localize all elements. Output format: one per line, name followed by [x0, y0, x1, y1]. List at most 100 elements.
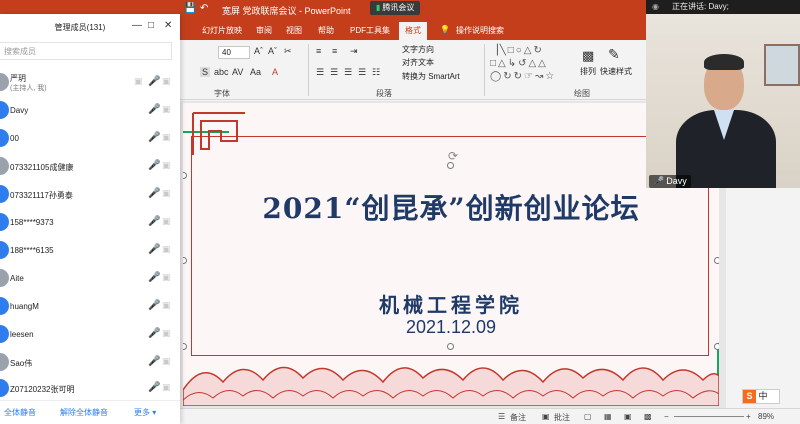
comments-icon[interactable]: ▣: [542, 412, 550, 421]
quick-styles-button[interactable]: 快速样式: [600, 66, 632, 77]
mic-muted-icon[interactable]: 🎤: [148, 160, 160, 171]
mic-muted-icon[interactable]: 🎤: [148, 216, 160, 227]
more-button[interactable]: 更多 ▾: [134, 407, 156, 418]
member-row[interactable]: 严玥 (主持人, 我) ▣ 🎤 ▣: [0, 70, 180, 97]
indent-icon[interactable]: ⇥: [350, 46, 358, 57]
comments-button[interactable]: 批注: [554, 412, 570, 423]
mic-muted-icon[interactable]: 🎤: [148, 244, 160, 255]
camera-off-icon[interactable]: ▣: [162, 382, 171, 393]
participant-video[interactable]: [646, 14, 800, 188]
tell-me-search[interactable]: 操作说明搜索: [456, 25, 504, 36]
sorter-view-icon[interactable]: ▦: [604, 412, 612, 421]
text-direction-button[interactable]: 文字方向: [402, 44, 434, 55]
mic-muted-icon[interactable]: 🎤: [148, 188, 160, 199]
bullets-icon[interactable]: ≡: [316, 46, 321, 56]
member-row[interactable]: 158****9373 🎤 ▣: [0, 210, 180, 237]
camera-off-icon[interactable]: ▣: [162, 300, 171, 311]
normal-view-icon[interactable]: ▢: [584, 412, 592, 421]
tab-slideshow[interactable]: 幻灯片放映: [202, 25, 242, 36]
strikethrough-button[interactable]: abc: [214, 67, 229, 77]
rotate-handle-icon[interactable]: ⟳: [448, 149, 458, 163]
shadow-button[interactable]: S: [200, 67, 211, 77]
change-case-button[interactable]: Aa: [250, 67, 261, 77]
resize-handle[interactable]: [183, 172, 187, 179]
mic-muted-icon[interactable]: 🎤: [148, 300, 160, 311]
slide[interactable]: ⟳ 2021“创昆承”创新创业论坛 机械工程学院 2021.12.09: [183, 103, 719, 406]
zoom-in-icon[interactable]: +: [746, 412, 751, 421]
columns-icon[interactable]: ☷: [372, 67, 380, 78]
resize-handle[interactable]: [714, 343, 719, 350]
member-row[interactable]: 188****6135 🎤 ▣: [0, 238, 180, 265]
member-row[interactable]: 073321105成健康 🎤 ▣: [0, 154, 180, 181]
justify-icon[interactable]: ☰: [358, 67, 366, 78]
arrange-button[interactable]: 排列: [580, 66, 596, 77]
member-row[interactable]: Aite 🎤 ▣: [0, 266, 180, 293]
camera-off-icon[interactable]: ▣: [162, 160, 171, 171]
zoom-slider[interactable]: [674, 416, 744, 417]
resize-handle[interactable]: [447, 162, 454, 169]
grow-font-icon[interactable]: Aˆ: [254, 46, 263, 56]
camera-off-icon[interactable]: ▣: [162, 132, 171, 143]
member-row[interactable]: leesen 🎤 ▣: [0, 322, 180, 349]
save-icon[interactable]: 💾: [184, 3, 196, 14]
mic-on-icon[interactable]: 🎤: [148, 104, 160, 115]
meeting-indicator[interactable]: ▮ 腾讯会议: [370, 1, 421, 15]
notes-button[interactable]: 备注: [510, 412, 526, 423]
mic-muted-icon[interactable]: 🎤: [148, 382, 160, 393]
notes-icon[interactable]: ☰: [498, 412, 505, 421]
align-right-icon[interactable]: ☰: [344, 67, 352, 78]
member-row[interactable]: 00 🎤 ▣: [0, 126, 180, 153]
camera-off-icon[interactable]: ▣: [162, 76, 171, 87]
camera-icon[interactable]: ▣: [162, 104, 171, 115]
mute-all-button[interactable]: 全体静音: [4, 407, 36, 418]
align-center-icon[interactable]: ☰: [330, 67, 338, 78]
screen-share-icon[interactable]: ▣: [134, 76, 143, 87]
arrange-icon[interactable]: ▩: [582, 48, 594, 64]
member-row[interactable]: Davy 🎤 ▣: [0, 98, 180, 125]
resize-handle[interactable]: [447, 343, 454, 350]
undo-icon[interactable]: ↶: [200, 3, 208, 14]
member-search-input[interactable]: 搜索成员: [0, 42, 172, 60]
ime-indicator[interactable]: S 中: [742, 389, 780, 404]
font-color-button[interactable]: A: [272, 67, 278, 77]
align-text-button[interactable]: 对齐文本: [402, 57, 434, 68]
mic-muted-icon[interactable]: 🎤: [148, 328, 160, 339]
mic-muted-icon[interactable]: 🎤: [148, 356, 160, 367]
member-row[interactable]: Sao伟 🎤 ▣: [0, 350, 180, 377]
close-icon[interactable]: ✕: [164, 20, 172, 31]
member-row[interactable]: huangM 🎤 ▣: [0, 294, 180, 321]
resize-handle[interactable]: [183, 257, 187, 264]
camera-off-icon[interactable]: ▣: [162, 328, 171, 339]
tab-view[interactable]: 视图: [286, 25, 302, 36]
font-size-select[interactable]: 40: [218, 46, 250, 59]
char-spacing-button[interactable]: AV: [232, 67, 243, 77]
member-row[interactable]: 073321117孙勇泰 🎤 ▣: [0, 182, 180, 209]
slideshow-view-icon[interactable]: ▩: [644, 412, 652, 421]
mic-muted-icon[interactable]: 🎤: [148, 132, 160, 143]
camera-off-icon[interactable]: ▣: [162, 244, 171, 255]
minimize-icon[interactable]: —: [132, 20, 142, 31]
mic-muted-icon[interactable]: 🎤: [148, 76, 160, 87]
numbering-icon[interactable]: ≡: [332, 46, 337, 56]
quick-styles-icon[interactable]: ✎: [608, 46, 620, 63]
tab-format[interactable]: 格式: [399, 22, 427, 40]
resize-handle[interactable]: [183, 343, 187, 350]
clear-format-icon[interactable]: ✂: [284, 46, 292, 57]
reading-view-icon[interactable]: ▣: [624, 412, 632, 421]
maximize-icon[interactable]: □: [148, 20, 154, 31]
camera-off-icon[interactable]: ▣: [162, 216, 171, 227]
tab-pdf-tools[interactable]: PDF工具集: [350, 25, 390, 36]
tab-help[interactable]: 帮助: [318, 25, 334, 36]
camera-off-icon[interactable]: ▣: [162, 272, 171, 283]
tab-review[interactable]: 审阅: [256, 25, 272, 36]
camera-off-icon[interactable]: ▣: [162, 356, 171, 367]
convert-smartart-button[interactable]: 转换为 SmartArt: [402, 71, 460, 82]
member-row[interactable]: Z07120232张可明 🎤 ▣: [0, 376, 180, 403]
unmute-all-button[interactable]: 解除全体静音: [60, 407, 108, 418]
zoom-out-icon[interactable]: −: [664, 412, 669, 421]
mic-muted-icon[interactable]: 🎤: [148, 272, 160, 283]
resize-handle[interactable]: [714, 257, 719, 264]
shrink-font-icon[interactable]: Aˇ: [268, 46, 277, 56]
align-left-icon[interactable]: ☰: [316, 67, 324, 78]
camera-off-icon[interactable]: ▣: [162, 188, 171, 199]
